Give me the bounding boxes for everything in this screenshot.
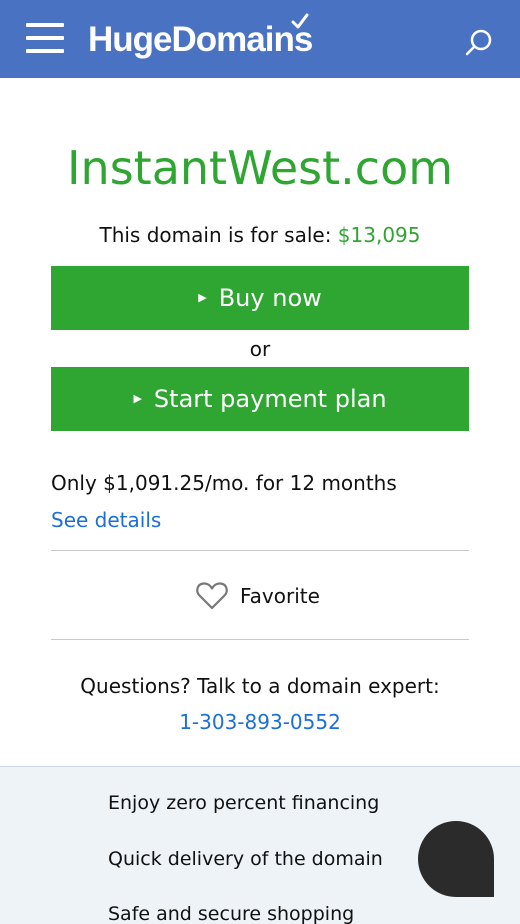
- logo-checkmark-icon: [291, 13, 309, 29]
- feature-item: Safe and secure shopping: [108, 903, 355, 924]
- monthly-payment-text: Only $1,091.25/mo. for 12 months: [51, 471, 397, 495]
- price-value: $13,095: [337, 223, 421, 247]
- payment-plan-label: Start payment plan: [153, 385, 387, 413]
- buy-now-button[interactable]: ▶ Buy now: [51, 266, 469, 330]
- for-sale-text: This domain is for sale:: [99, 223, 332, 247]
- feature-item: Quick delivery of the domain: [108, 848, 383, 870]
- site-logo[interactable]: HugeDomains: [88, 18, 313, 62]
- start-payment-plan-button[interactable]: ▶ Start payment plan: [51, 367, 469, 431]
- domain-name-heading: InstantWest.com: [66, 141, 454, 195]
- phone-link[interactable]: 1-303-893-0552: [0, 707, 520, 737]
- divider: [51, 550, 469, 551]
- favorite-button[interactable]: Favorite: [195, 578, 320, 614]
- questions-text: Questions? Talk to a domain expert:: [80, 674, 440, 698]
- divider: [51, 639, 469, 640]
- play-arrow-icon: ▶: [198, 290, 207, 304]
- search-icon[interactable]: [464, 28, 494, 58]
- or-separator: or: [249, 337, 271, 361]
- chat-bubble-icon[interactable]: [418, 821, 494, 897]
- buy-now-label: Buy now: [218, 284, 322, 312]
- top-header: HugeDomains: [0, 0, 520, 78]
- see-details-link[interactable]: See details: [51, 505, 161, 535]
- hamburger-menu-icon[interactable]: [26, 23, 64, 53]
- favorite-label: Favorite: [240, 584, 320, 608]
- for-sale-line: This domain is for sale: $13,095: [0, 220, 520, 250]
- play-arrow-icon: ▶: [133, 391, 142, 405]
- heart-icon: [196, 582, 228, 610]
- feature-item: Enjoy zero percent financing: [108, 792, 380, 814]
